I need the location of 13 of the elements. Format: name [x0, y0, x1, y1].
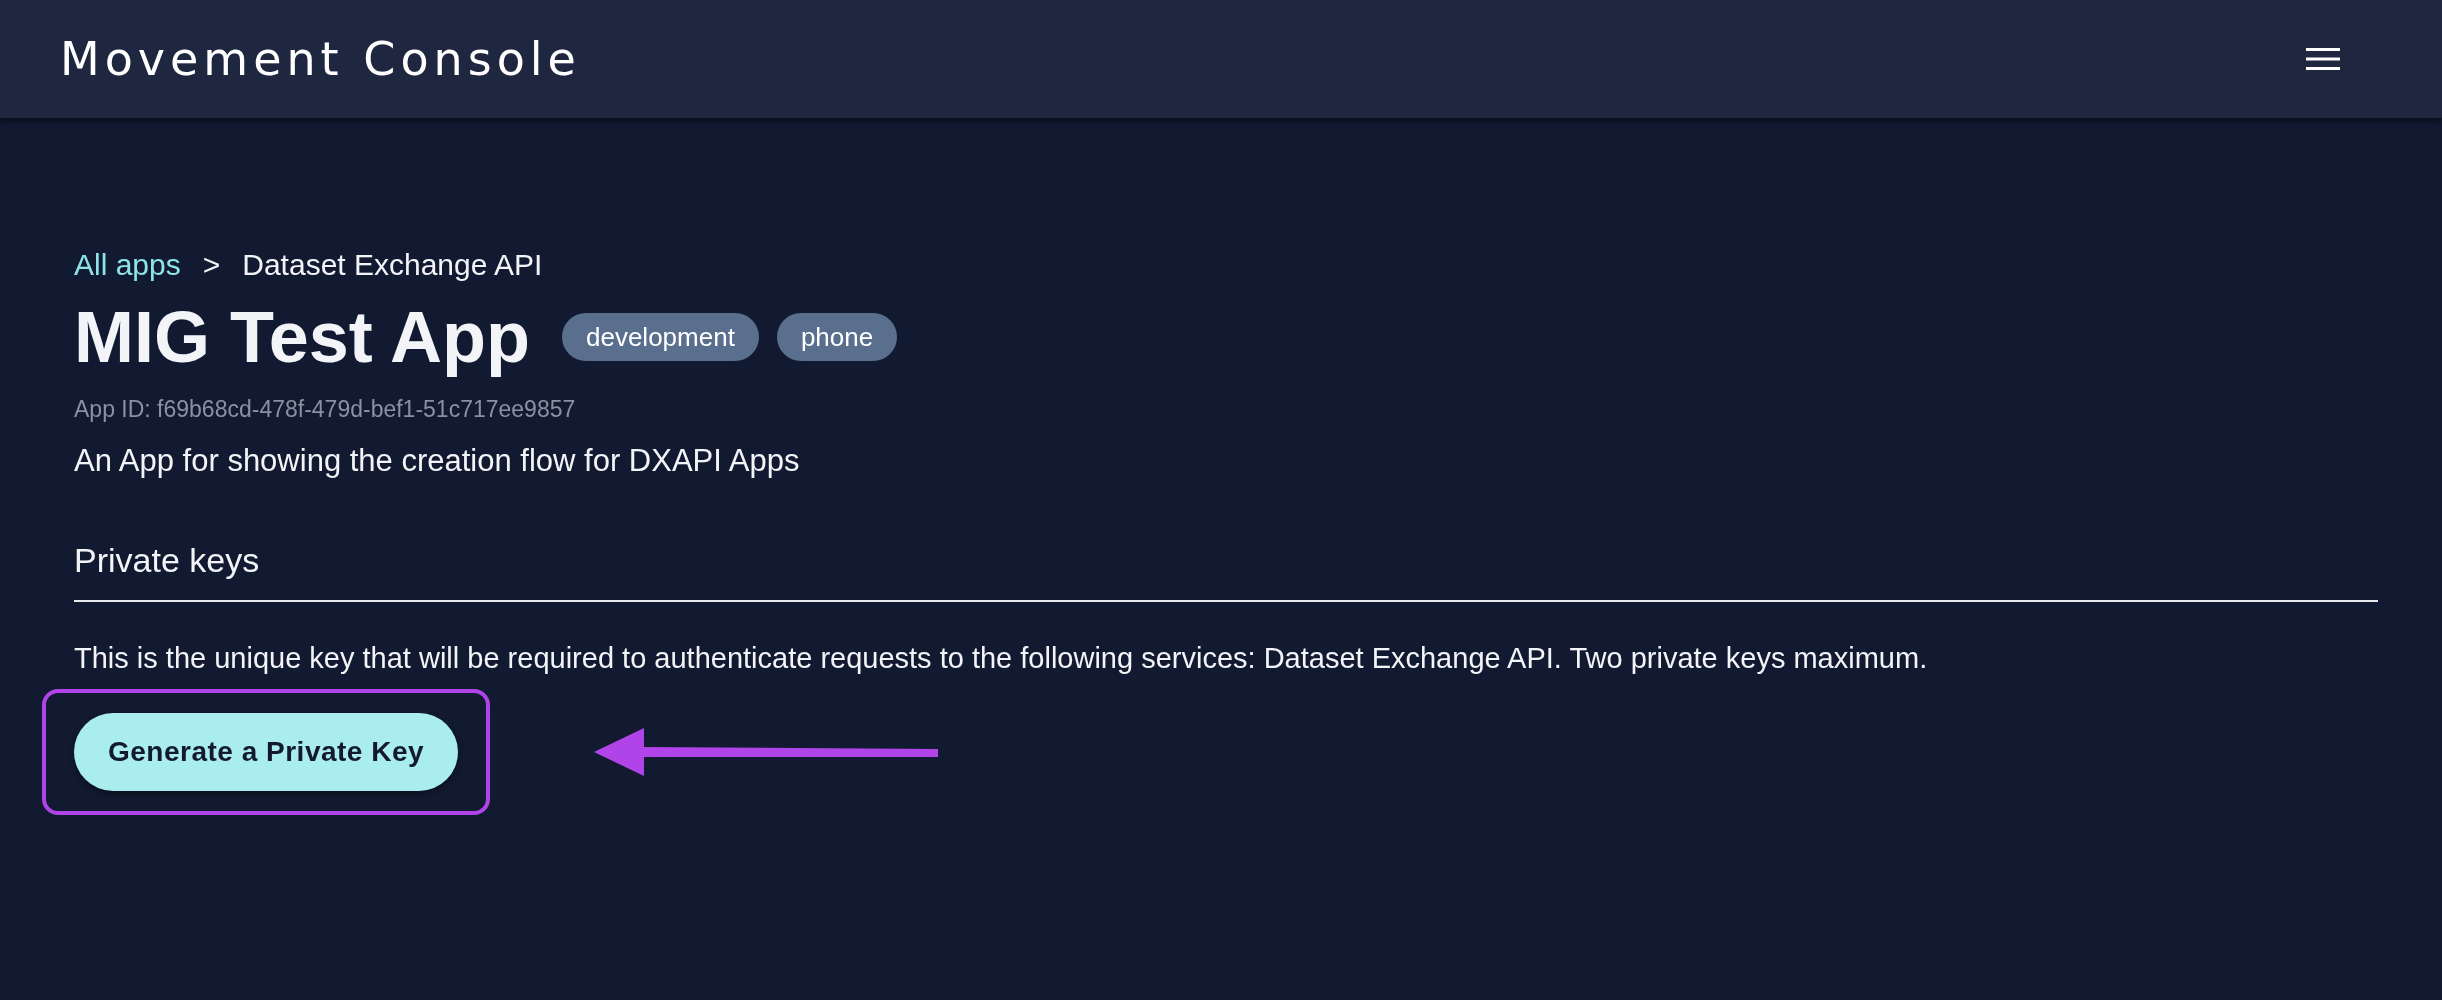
tag-pill: phone — [776, 313, 898, 361]
section-heading: Private keys — [74, 541, 261, 580]
app-name: MIG Test App — [74, 296, 530, 378]
app-description: An App for showing the creation flow for DXAPI Apps — [74, 443, 801, 479]
tag-pill: development — [562, 313, 759, 361]
menu-icon[interactable] — [2306, 47, 2340, 71]
app-title: Movement Console — [60, 32, 581, 86]
app-id: App ID: f69b68cd-478f-479d-bef1-51c717ee9857 — [74, 396, 577, 423]
section-description: This is the unique key that will be required to authenticate requests to the following services: Dataset Exchange API. Two private keys maximum. — [74, 642, 1929, 675]
breadcrumb-current: Dataset Exchange API — [242, 248, 543, 282]
generate-key-button[interactable]: Generate a Private Key — [74, 713, 459, 791]
breadcrumb-separator: > — [202, 248, 221, 282]
breadcrumb-link[interactable]: All apps — [74, 248, 181, 282]
